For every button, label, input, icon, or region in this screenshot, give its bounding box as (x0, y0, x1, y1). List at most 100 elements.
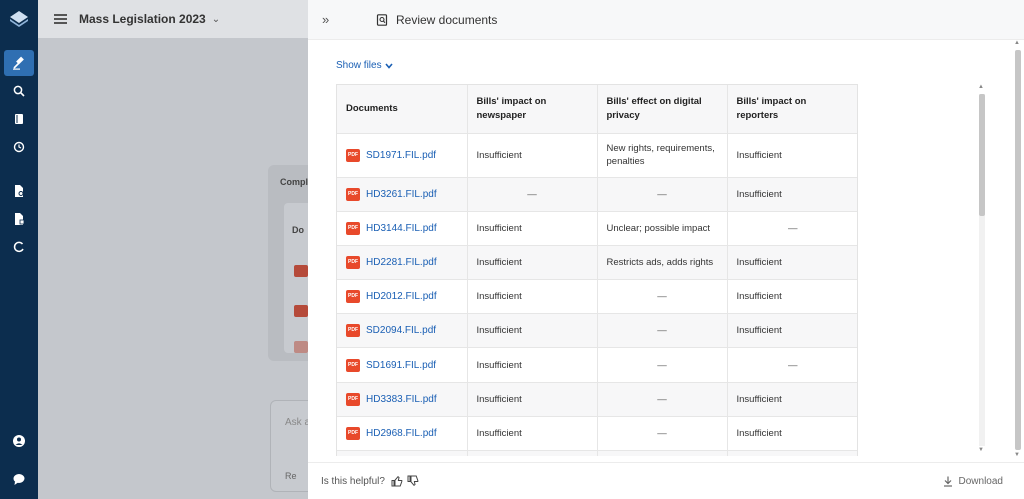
document-link[interactable]: PDF HD3261.FIL.pdf (346, 187, 458, 201)
thumbs-up-icon[interactable] (391, 475, 403, 487)
review-document-icon (376, 13, 388, 26)
drawer-scrollbar[interactable]: ▲ ▼ (1013, 40, 1023, 462)
table-row: PDF HD3261.FIL.pdf — — Insufficient (337, 177, 857, 212)
digital-privacy-cell: — (597, 416, 728, 452)
thumbs-down-icon[interactable] (407, 475, 419, 487)
drawer-scrollbar-thumb[interactable] (1015, 50, 1021, 450)
table-row (337, 450, 857, 456)
menu-icon[interactable] (54, 14, 67, 24)
column-header-documents[interactable]: Documents (337, 85, 468, 134)
pdf-file-icon: PDF (346, 392, 360, 406)
download-icon (943, 476, 952, 487)
pdf-file-icon: PDF (346, 426, 360, 440)
document-name: SD1691.FIL.pdf (366, 359, 437, 371)
helpful-prompt: Is this helpful? (321, 475, 385, 487)
project-title[interactable]: Mass Legislation 2023 (79, 12, 206, 26)
table-scrollbar[interactable]: ▲ ▼ (977, 84, 987, 456)
collapse-drawer-button[interactable]: » (322, 12, 340, 27)
document-link[interactable]: PDF SD1691.FIL.pdf (346, 358, 458, 372)
document-cell: PDF SD1691.FIL.pdf (337, 347, 468, 383)
left-sidebar (0, 0, 38, 499)
digital-privacy-cell: New rights, requirements, penalties (597, 133, 728, 178)
digital-privacy-cell: — (597, 313, 728, 349)
download-button[interactable]: Download (943, 476, 1003, 487)
project-header: Mass Legislation 2023 ⌄ (38, 0, 308, 38)
show-files-toggle[interactable]: Show files (336, 60, 393, 71)
refresh-icon (13, 241, 24, 253)
background-pdf-icon (294, 265, 308, 277)
sidebar-item-account[interactable] (4, 428, 34, 454)
column-header-reporters-impact[interactable]: Bills' impact on reporters (727, 85, 857, 134)
drawer-footer: Is this helpful? Download (308, 462, 1024, 499)
newspaper-impact-cell: Insufficient (467, 382, 598, 417)
table-row: PDF HD3144.FIL.pdf Insufficient Unclear; po… (337, 211, 857, 246)
newspaper-impact-cell: Insufficient (467, 313, 598, 349)
column-header-digital-privacy[interactable]: Bills' effect on digital privacy (597, 85, 728, 134)
sidebar-item-refresh[interactable] (4, 234, 34, 260)
document-cell: PDF HD3383.FIL.pdf (337, 382, 468, 417)
reporters-impact-cell: — (727, 347, 857, 383)
digital-privacy-cell: Unclear; possible impact (597, 211, 728, 246)
download-label: Download (958, 476, 1003, 487)
document-name: SD1971.FIL.pdf (366, 149, 437, 161)
pdf-file-icon: PDF (346, 187, 360, 201)
sidebar-item-chat[interactable] (4, 466, 34, 492)
document-name: HD2968.FIL.pdf (366, 427, 437, 439)
pdf-file-icon: PDF (346, 358, 360, 372)
document-cell: PDF HD2281.FIL.pdf (337, 245, 468, 281)
sidebar-item-search[interactable] (4, 78, 34, 104)
app-root: Mass Legislation 2023 ⌄ Compl Do Ask a R… (0, 0, 1024, 499)
table-scrollbar-thumb[interactable] (979, 94, 985, 216)
document-link[interactable]: PDF HD3383.FIL.pdf (346, 392, 458, 406)
chevron-down-icon (384, 62, 393, 69)
background-pdf-icon (294, 305, 308, 317)
digital-privacy-cell: Restricts ads, adds rights (597, 245, 728, 281)
document-cell: PDF HD2012.FIL.pdf (337, 279, 468, 315)
document-cell: PDF SD1971.FIL.pdf (337, 133, 468, 178)
gavel-icon (13, 56, 24, 70)
document-cell (337, 450, 468, 456)
scroll-up-arrow-icon[interactable]: ▲ (1014, 40, 1020, 46)
document-search-icon (15, 185, 24, 197)
reporters-impact-cell: Insufficient (727, 279, 857, 315)
document-link[interactable]: PDF HD2281.FIL.pdf (346, 255, 458, 269)
table-header-row: Documents Bills' impact on newspaper Bil… (337, 85, 857, 134)
app-logo-icon (10, 11, 28, 27)
document-name: HD3261.FIL.pdf (366, 188, 437, 200)
document-link[interactable]: PDF SD1971.FIL.pdf (346, 148, 458, 162)
document-cell: PDF HD3144.FIL.pdf (337, 211, 468, 246)
sidebar-item-history[interactable] (4, 134, 34, 160)
document-link[interactable]: PDF SD2094.FIL.pdf (346, 324, 458, 338)
search-icon (13, 85, 25, 97)
newspaper-impact-cell: Insufficient (467, 347, 598, 383)
review-table: Documents Bills' impact on newspaper Bil… (337, 85, 857, 456)
sidebar-item-library[interactable] (4, 106, 34, 132)
newspaper-impact-cell: — (467, 177, 598, 212)
digital-privacy-cell: — (597, 279, 728, 315)
table-body: PDF SD1971.FIL.pdf Insufficient New rights,… (337, 133, 857, 456)
scroll-up-arrow-icon[interactable]: ▲ (978, 84, 984, 90)
digital-privacy-cell: — (597, 382, 728, 417)
table-row: PDF SD1971.FIL.pdf Insufficient New rights,… (337, 133, 857, 178)
document-name: HD2281.FIL.pdf (366, 256, 437, 268)
sidebar-item-legal[interactable] (4, 50, 34, 76)
pdf-file-icon: PDF (346, 148, 360, 162)
pdf-file-icon: PDF (346, 221, 360, 235)
sidebar-item-review-documents[interactable] (4, 178, 34, 204)
background-card-label: Compl (280, 177, 308, 187)
document-name: HD3144.FIL.pdf (366, 222, 437, 234)
scroll-down-arrow-icon[interactable]: ▼ (1014, 452, 1020, 458)
review-documents-drawer: » Review documents Show files Documents … (308, 0, 1024, 499)
document-link[interactable]: PDF HD2012.FIL.pdf (346, 290, 458, 304)
chat-bubble-icon (13, 474, 25, 485)
scroll-down-arrow-icon[interactable]: ▼ (978, 447, 984, 453)
chevron-down-icon[interactable]: ⌄ (212, 14, 220, 25)
background-ask-button: Re (285, 471, 297, 481)
sidebar-item-document-list[interactable] (4, 206, 34, 232)
document-link[interactable]: PDF HD2968.FIL.pdf (346, 426, 458, 440)
column-header-newspaper-impact[interactable]: Bills' impact on newspaper (467, 85, 598, 134)
table-row: PDF HD2968.FIL.pdf Insufficient — Insufficie… (337, 416, 857, 452)
document-name: HD3383.FIL.pdf (366, 393, 437, 405)
newspaper-impact-cell: Insufficient (467, 279, 598, 315)
document-link[interactable]: PDF HD3144.FIL.pdf (346, 221, 458, 235)
